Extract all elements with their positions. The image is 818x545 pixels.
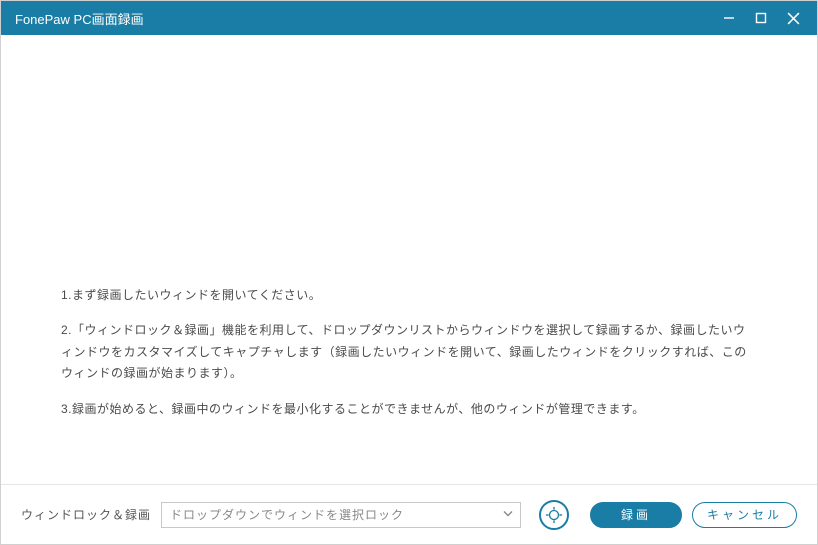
- app-window: FonePaw PC画面録画 1.まず録画したいウィンドを開いてください。 2.…: [0, 0, 818, 545]
- instruction-step-1: 1.まず録画したいウィンドを開いてください。: [61, 285, 757, 307]
- close-icon: [787, 12, 800, 25]
- minimize-icon: [723, 12, 735, 24]
- instruction-step-3: 3.録画が始めると、録画中のウィンドを最小化することができませんが、他のウィンド…: [61, 399, 757, 421]
- record-button-label: 録画: [621, 506, 651, 523]
- close-button[interactable]: [777, 1, 809, 35]
- cancel-button-label: キャンセル: [707, 506, 782, 523]
- target-picker-button[interactable]: [539, 500, 569, 530]
- dropdown-placeholder: ドロップダウンでウィンドを選択ロック: [170, 506, 404, 523]
- window-select-dropdown[interactable]: ドロップダウンでウィンドを選択ロック: [161, 502, 521, 528]
- instruction-step-2: 2.「ウィンドロック＆録画」機能を利用して、ドロップダウンリストからウィンドウを…: [61, 320, 757, 385]
- footer-bar: ウィンドロック＆録画 ドロップダウンでウィンドを選択ロック 録画 キャンセル: [1, 484, 817, 544]
- instructions-panel: 1.まず録画したいウィンドを開いてください。 2.「ウィンドロック＆録画」機能を…: [1, 35, 817, 484]
- chevron-down-icon: [502, 507, 514, 522]
- titlebar: FonePaw PC画面録画: [1, 1, 817, 35]
- crosshair-icon: [545, 506, 563, 524]
- minimize-button[interactable]: [713, 1, 745, 35]
- maximize-button[interactable]: [745, 1, 777, 35]
- record-button[interactable]: 録画: [590, 502, 682, 528]
- window-lock-label: ウィンドロック＆録画: [21, 506, 151, 523]
- app-title: FonePaw PC画面録画: [15, 9, 144, 28]
- maximize-icon: [755, 12, 767, 24]
- cancel-button[interactable]: キャンセル: [692, 502, 797, 528]
